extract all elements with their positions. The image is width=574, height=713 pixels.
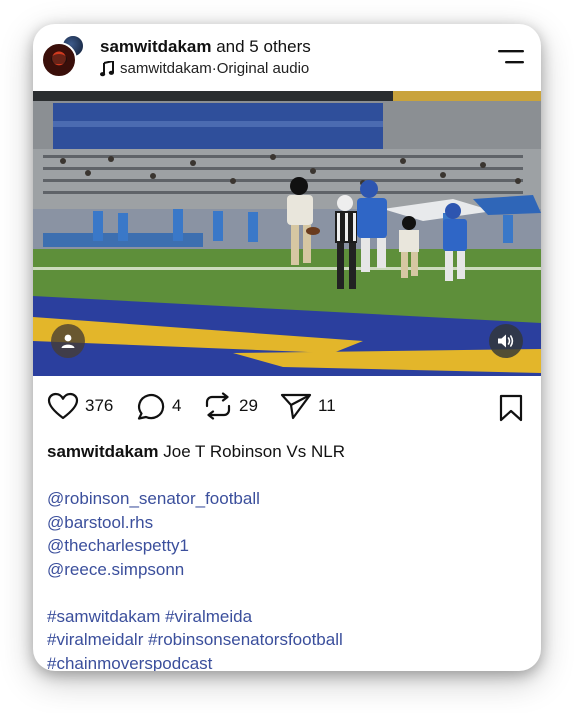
post-header: samwitdakam and 5 others samwitdakam · O…: [33, 24, 541, 91]
comment-count: 4: [172, 396, 182, 415]
share-icon: [280, 393, 312, 420]
heart-icon: [47, 392, 79, 420]
bookmark-icon[interactable]: [499, 394, 523, 422]
comment-icon: [137, 394, 165, 420]
author-line: samwitdakam and 5 others: [100, 37, 311, 57]
avatar-stack[interactable]: [41, 34, 87, 82]
hashtag-line[interactable]: #chainmoverspodcast: [47, 652, 527, 672]
hashtag-line[interactable]: #samwitdakam #viralmeida: [47, 605, 527, 629]
post-caption: samwitdakam Joe T Robinson Vs NLR @robin…: [47, 440, 527, 671]
share-count: 11: [318, 396, 336, 415]
caption-headline: samwitdakam Joe T Robinson Vs NLR: [47, 440, 527, 464]
repost-count: 29: [239, 396, 258, 415]
mention-link[interactable]: @robinson_senator_football: [47, 487, 527, 511]
hashtag-line[interactable]: #viralmeidalr #robinsonsenatorsfootball: [47, 628, 527, 652]
mention-link[interactable]: @reece.simpsonn: [47, 558, 527, 582]
audio-line[interactable]: samwitdakam · Original audio: [100, 60, 309, 77]
avatar: [41, 42, 77, 78]
comment-button[interactable]: 4: [136, 392, 181, 420]
tagged-people-button[interactable]: [51, 324, 85, 358]
music-note-icon: [100, 60, 114, 76]
mention-link[interactable]: @thecharlespetty1: [47, 534, 527, 558]
like-button[interactable]: 376: [47, 392, 113, 420]
menu-icon[interactable]: [497, 46, 525, 68]
video-player[interactable]: [33, 91, 541, 376]
mention-link[interactable]: @barstool.rhs: [47, 511, 527, 535]
volume-icon: [498, 334, 514, 348]
post-card: samwitdakam and 5 others samwitdakam · O…: [33, 24, 541, 671]
repost-icon: [205, 392, 231, 420]
like-count: 376: [85, 396, 114, 415]
action-bar: 376 4 29 11: [33, 376, 541, 438]
caption-text: Joe T Robinson Vs NLR: [163, 442, 345, 461]
co-authors-text[interactable]: and 5 others: [212, 37, 311, 56]
volume-button[interactable]: [489, 324, 523, 358]
audio-label: Original audio: [216, 60, 310, 77]
share-button[interactable]: 11: [280, 392, 336, 420]
audio-username: samwitdakam: [120, 60, 212, 77]
caption-username[interactable]: samwitdakam: [47, 442, 159, 461]
repost-button[interactable]: 29: [203, 392, 258, 420]
person-icon: [61, 334, 75, 348]
author-username[interactable]: samwitdakam: [100, 37, 212, 56]
video-frame: [33, 91, 541, 376]
